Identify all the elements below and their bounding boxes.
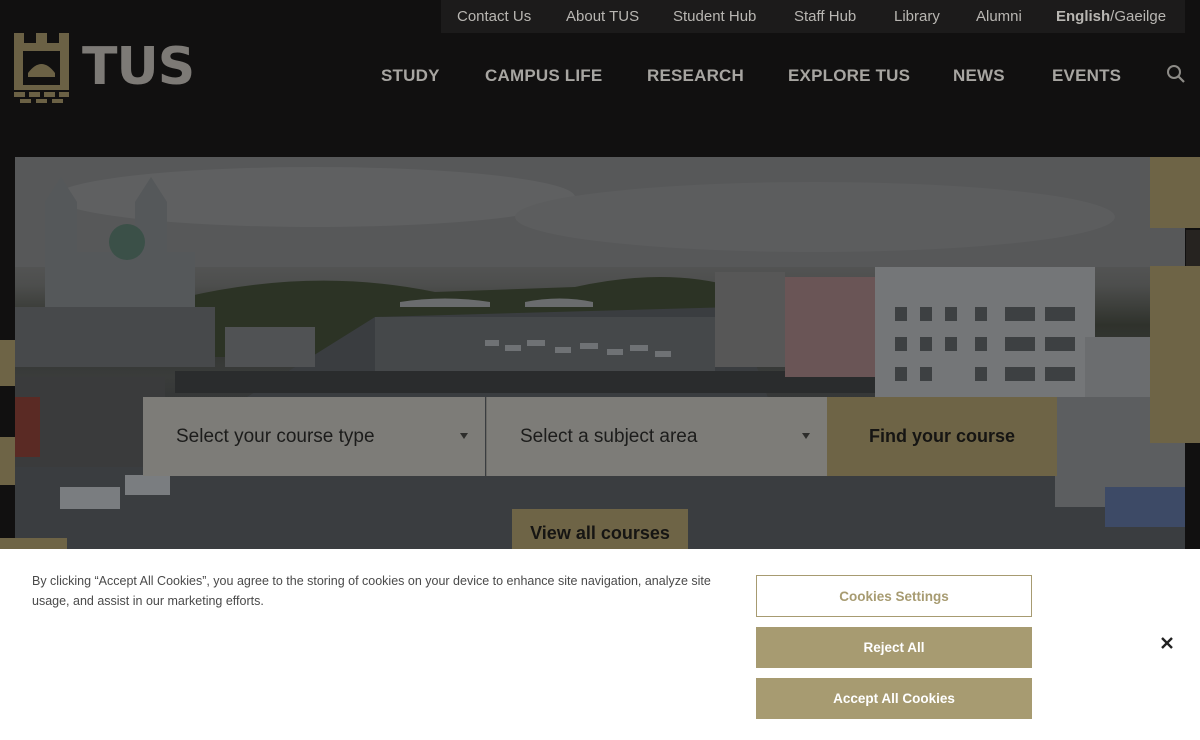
nav-events[interactable]: EVENTS bbox=[1052, 66, 1121, 86]
nav-campus-life[interactable]: CAMPUS LIFE bbox=[485, 66, 602, 86]
nav-research[interactable]: RESEARCH bbox=[647, 66, 744, 86]
cookie-banner: By clicking “Accept All Cookies”, you ag… bbox=[0, 549, 1200, 740]
brand-wordmark: TUS bbox=[82, 37, 195, 97]
utility-link-about[interactable]: About TUS bbox=[566, 8, 639, 25]
decorative-block bbox=[1150, 157, 1200, 228]
decorative-block bbox=[0, 437, 15, 485]
lang-english[interactable]: English bbox=[1056, 8, 1110, 25]
utility-link-student-hub[interactable]: Student Hub bbox=[673, 8, 756, 25]
town-river-illustration bbox=[15, 157, 1185, 557]
cookies-settings-button[interactable]: Cookies Settings bbox=[756, 575, 1032, 617]
utility-link-alumni[interactable]: Alumni bbox=[976, 8, 1022, 25]
decorative-block bbox=[0, 340, 15, 386]
language-switcher: English/Gaeilge bbox=[1056, 8, 1166, 25]
reject-all-button[interactable]: Reject All bbox=[756, 627, 1032, 668]
utility-link-staff-hub[interactable]: Staff Hub bbox=[794, 8, 856, 25]
tus-logo[interactable]: TUS bbox=[14, 33, 195, 103]
lang-gaeilge[interactable]: Gaeilge bbox=[1114, 8, 1166, 25]
close-icon[interactable] bbox=[1159, 635, 1175, 651]
utility-bar: Contact Us About TUS Student Hub Staff H… bbox=[441, 0, 1185, 33]
hero-image bbox=[15, 157, 1185, 557]
utility-link-library[interactable]: Library bbox=[894, 8, 940, 25]
chevron-down-icon bbox=[802, 433, 810, 439]
course-type-select[interactable]: Select your course type bbox=[143, 397, 485, 476]
chevron-down-icon bbox=[460, 433, 468, 439]
subject-area-select[interactable]: Select a subject area bbox=[486, 397, 827, 476]
nav-explore-tus[interactable]: EXPLORE TUS bbox=[788, 66, 910, 86]
nav-study[interactable]: STUDY bbox=[381, 66, 440, 86]
utility-link-contact[interactable]: Contact Us bbox=[457, 8, 531, 25]
cookie-notice-text: By clicking “Accept All Cookies”, you ag… bbox=[32, 574, 711, 608]
search-icon[interactable] bbox=[1166, 64, 1186, 84]
accept-all-cookies-button[interactable]: Accept All Cookies bbox=[756, 678, 1032, 719]
castle-logo-icon bbox=[14, 33, 69, 103]
find-course-button[interactable]: Find your course bbox=[827, 397, 1057, 476]
subject-area-value: Select a subject area bbox=[520, 425, 698, 447]
decorative-block bbox=[1150, 266, 1200, 443]
course-type-value: Select your course type bbox=[176, 425, 375, 447]
nav-news[interactable]: NEWS bbox=[953, 66, 1005, 86]
